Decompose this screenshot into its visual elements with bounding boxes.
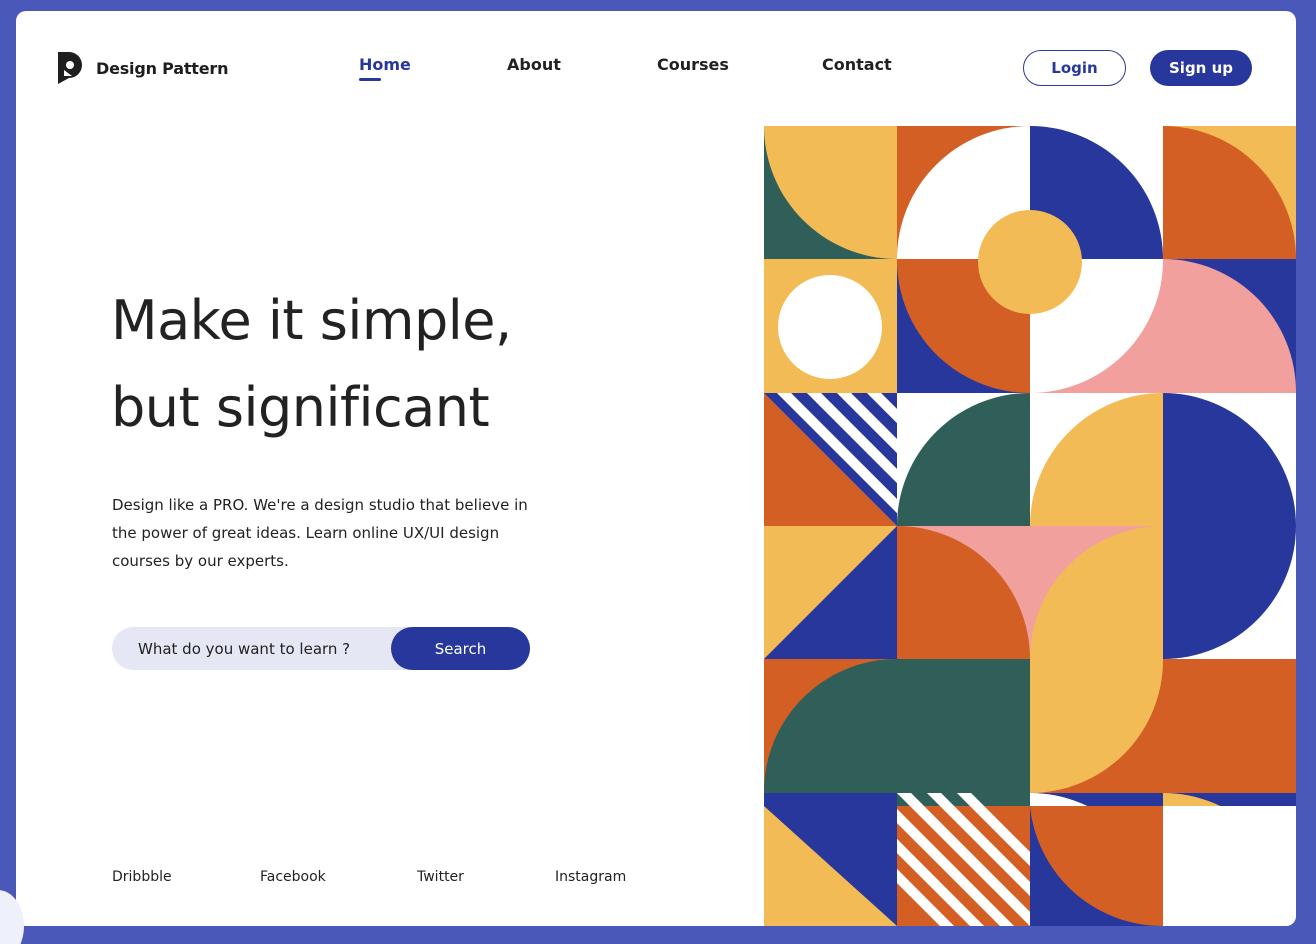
logo-mark-icon [58, 52, 82, 84]
geometric-pattern-illustration [764, 126, 1296, 926]
search-button[interactable]: Search [391, 627, 530, 670]
search-input[interactable] [112, 627, 402, 670]
brand-name: Design Pattern [96, 58, 229, 78]
search-bar: Search [112, 627, 530, 670]
landing-card: Design Pattern Home About Courses Contac… [16, 11, 1296, 926]
brand-logo[interactable]: Design Pattern [58, 52, 228, 84]
social-link-instagram[interactable]: Instagram [555, 869, 626, 885]
social-link-dribbble[interactable]: Dribbble [112, 869, 172, 885]
hero-title-line-2: but significant [111, 376, 490, 439]
hero-title: Make it simple, but significant [111, 277, 512, 451]
nav-courses[interactable]: Courses [657, 55, 729, 74]
nav-active-indicator [359, 78, 381, 81]
signup-button[interactable]: Sign up [1150, 50, 1252, 86]
social-link-twitter[interactable]: Twitter [417, 869, 464, 885]
hero-title-line-1: Make it simple, [111, 289, 512, 352]
nav-about[interactable]: About [507, 55, 561, 74]
nav-contact[interactable]: Contact [822, 55, 892, 74]
nav-home[interactable]: Home [359, 55, 411, 74]
login-button[interactable]: Login [1023, 50, 1126, 86]
social-link-facebook[interactable]: Facebook [260, 869, 326, 885]
hero-description: Design like a PRO. We're a design studio… [112, 496, 528, 570]
